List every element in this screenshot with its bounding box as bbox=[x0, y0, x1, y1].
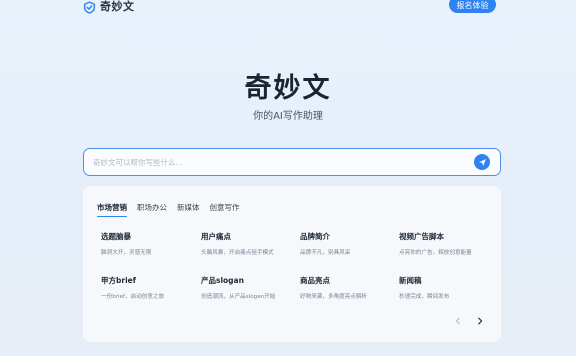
send-button[interactable] bbox=[474, 154, 490, 170]
tab-creative-writing[interactable]: 创意写作 bbox=[210, 202, 240, 217]
card-description: 创造潮流，从产品slogan开始 bbox=[201, 294, 276, 300]
card-title: 甲方brief bbox=[101, 276, 136, 285]
card-title: 视频广告脚本 bbox=[399, 232, 444, 241]
template-card-user-pain-points[interactable]: 用户痛点 头脑风暴，开启痛点狙手模式 bbox=[201, 231, 293, 256]
card-title: 品牌简介 bbox=[300, 232, 330, 241]
card-description: 一份brief，启动创意之旅 bbox=[101, 294, 165, 300]
template-panel: 市场营销 职场办公 新媒体 创意写作 选题脑暴 脑洞大开，灵感无限 用户痛点 头… bbox=[83, 186, 501, 342]
logo-shield-icon bbox=[83, 0, 96, 14]
app-logo[interactable]: 奇妙文 bbox=[83, 0, 135, 14]
card-title: 选题脑暴 bbox=[101, 232, 131, 241]
card-title: 商品亮点 bbox=[300, 276, 330, 285]
logo-text: 奇妙文 bbox=[100, 0, 135, 13]
card-description: 品牌不凡，别具风采 bbox=[300, 250, 351, 256]
template-card-product-highlights[interactable]: 商品亮点 好物来袭，多角度亮点解析 bbox=[300, 275, 392, 300]
hero-subtitle: 你的AI写作助理 bbox=[253, 111, 323, 122]
card-title: 用户痛点 bbox=[201, 232, 231, 241]
card-description: 点亮你的广告，释放创意能量 bbox=[399, 250, 472, 256]
chevron-left-icon bbox=[455, 317, 460, 325]
template-card-video-ad-script[interactable]: 视频广告脚本 点亮你的广告，释放创意能量 bbox=[399, 231, 491, 256]
category-tabs: 市场营销 职场办公 新媒体 创意写作 bbox=[97, 202, 250, 217]
template-card-client-brief[interactable]: 甲方brief 一份brief，启动创意之旅 bbox=[101, 275, 193, 300]
prev-page-button[interactable] bbox=[451, 314, 465, 328]
template-card-brand-intro[interactable]: 品牌简介 品牌不凡，别具风采 bbox=[300, 231, 392, 256]
template-card-product-slogan[interactable]: 产品slogan 创造潮流，从产品slogan开始 bbox=[201, 275, 293, 300]
tab-marketing[interactable]: 市场营销 bbox=[97, 202, 127, 217]
template-card-press-release[interactable]: 新闻稿 秒速完成，瞬间发布 bbox=[399, 275, 491, 300]
card-description: 头脑风暴，开启痛点狙手模式 bbox=[201, 250, 274, 256]
chevron-right-icon bbox=[478, 317, 483, 325]
next-page-button[interactable] bbox=[473, 314, 487, 328]
search-box bbox=[83, 148, 501, 176]
search-input[interactable] bbox=[93, 153, 463, 171]
card-title: 新闻稿 bbox=[399, 276, 422, 285]
card-title: 产品slogan bbox=[201, 276, 244, 285]
card-description: 好物来袭，多角度亮点解析 bbox=[300, 294, 368, 300]
tab-new-media[interactable]: 新媒体 bbox=[177, 202, 200, 217]
signup-button[interactable]: 报名体验 bbox=[449, 0, 496, 13]
hero-title: 奇妙文 bbox=[244, 73, 332, 104]
send-arrow-icon bbox=[478, 158, 486, 166]
tab-office[interactable]: 职场办公 bbox=[137, 202, 167, 217]
card-description: 脑洞大开，灵感无限 bbox=[101, 250, 152, 256]
template-card-topic-brainstorm[interactable]: 选题脑暴 脑洞大开，灵感无限 bbox=[101, 231, 193, 256]
card-description: 秒速完成，瞬间发布 bbox=[399, 294, 450, 300]
